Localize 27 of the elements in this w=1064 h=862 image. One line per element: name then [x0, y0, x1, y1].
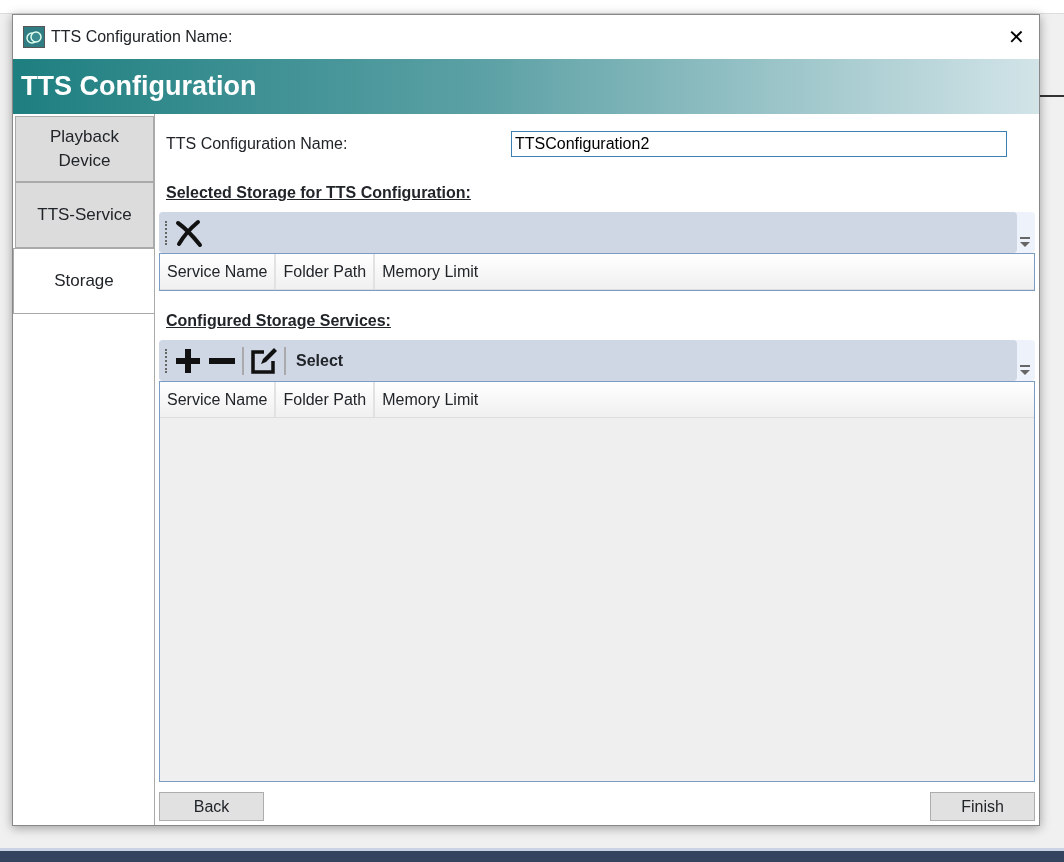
- overflow-icon[interactable]: [1017, 365, 1033, 377]
- remove-icon[interactable]: [174, 217, 204, 248]
- section-heading: Selected Storage for TTS Configuration:: [166, 183, 471, 203]
- close-button[interactable]: ✕: [993, 15, 1039, 59]
- field-label: TTS Configuration Name:: [166, 134, 349, 154]
- nav-tab[interactable]: TTS-Service: [15, 182, 154, 248]
- name-input[interactable]: TTSConfiguration2: [511, 131, 1007, 157]
- nav-tab[interactable]: Playback Device: [15, 116, 154, 182]
- column-header[interactable]: Folder Path: [276, 254, 376, 289]
- finish-button[interactable]: Finish: [930, 792, 1035, 821]
- app-icon: [23, 26, 45, 48]
- overflow-icon[interactable]: [1017, 237, 1033, 249]
- back-button[interactable]: Back: [159, 792, 264, 821]
- nav-tab[interactable]: Storage: [13, 248, 154, 314]
- column-header[interactable]: Memory Limit: [375, 382, 1034, 417]
- select-button[interactable]: Select: [292, 348, 344, 373]
- column-header[interactable]: Memory Limit: [375, 254, 1034, 289]
- section-heading: Configured Storage Services:: [166, 311, 391, 331]
- plus-icon[interactable]: [174, 346, 202, 375]
- edit-icon[interactable]: [250, 346, 278, 375]
- column-header[interactable]: Folder Path: [276, 382, 376, 417]
- header-title: TTS Configuration: [13, 59, 1039, 114]
- column-header[interactable]: Service Name: [160, 254, 277, 289]
- grip-handle[interactable]: [165, 220, 168, 245]
- window-title: TTS Configuration Name:: [51, 28, 233, 45]
- grip-handle[interactable]: [165, 348, 168, 373]
- column-header[interactable]: Service Name: [160, 382, 277, 417]
